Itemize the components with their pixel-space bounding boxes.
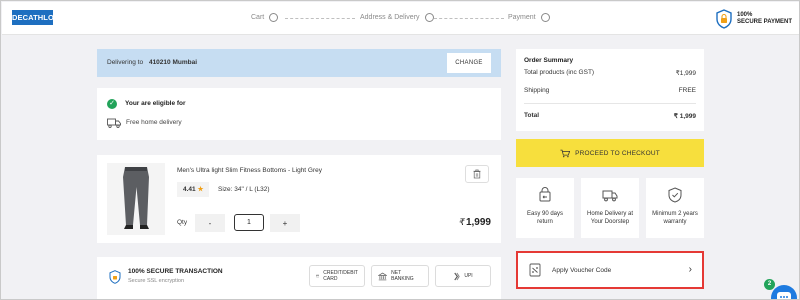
product-rating: 4.41 ★ — [177, 182, 209, 197]
delivery-location-bar: Delivering to 410210 Mumbai CHANGE — [97, 49, 501, 77]
payment-option-card[interactable]: CREDIT/DEBIT CARD — [309, 265, 365, 287]
star-icon: ★ — [197, 186, 204, 193]
qty-label: Qty — [177, 219, 188, 226]
bank-icon — [378, 272, 388, 280]
feature-home-delivery: Home Delivery at Your Doorstep — [581, 178, 639, 238]
check-circle-icon: ✓ — [107, 99, 117, 109]
change-location-button[interactable]: CHANGE — [447, 53, 491, 73]
step-connector — [434, 18, 504, 19]
payment-option-net-banking[interactable]: NET BANKING — [371, 265, 429, 287]
checkout-page: DECATHLON Cart Address & Delivery Paymen… — [0, 0, 800, 300]
secure-shield-icon — [716, 9, 732, 29]
step-payment-circle-icon — [540, 13, 550, 22]
chat-button[interactable] — [771, 285, 797, 299]
secure-shield-icon — [109, 270, 121, 284]
qty-input[interactable] — [234, 214, 264, 231]
warranty-shield-icon — [668, 187, 682, 203]
product-name[interactable]: Men's Ultra light Slim Fitness Bottoms -… — [177, 167, 322, 174]
secure-payment-text: 100% SECURE PAYMENT — [737, 12, 793, 25]
decathlon-logo[interactable]: DECATHLON — [12, 10, 59, 25]
product-image[interactable] — [107, 163, 165, 235]
cart-icon — [560, 149, 571, 157]
free-delivery-text: Free home delivery — [126, 119, 182, 126]
feature-easy-return: Easy 90 days return — [516, 178, 574, 238]
summary-row-total: Total ₹ 1,999 — [524, 112, 696, 120]
delivery-location: 410210 Mumbai — [148, 59, 198, 66]
remove-item-button[interactable] — [465, 165, 489, 183]
feature-warranty: Minimum 2 years warranty — [646, 178, 704, 238]
delivery-text: Delivering to 410210 Mumbai — [107, 59, 198, 66]
step-address-delivery: Address & Delivery — [360, 13, 434, 22]
eligibility-card: ✓ Your are eligible for Free home delive… — [97, 88, 501, 140]
summary-row-shipping: Shipping FREE — [524, 87, 696, 94]
step-cart: Cart — [251, 13, 279, 22]
trash-icon — [473, 169, 481, 178]
return-icon — [539, 187, 551, 202]
summary-row-products: Total products (inc GST) ₹1,999 — [524, 69, 696, 77]
product-price: ₹1,999 — [458, 217, 491, 228]
card-icon — [316, 274, 320, 278]
truck-icon — [107, 118, 121, 128]
delivery-truck-icon — [602, 190, 618, 202]
step-address-circle-icon — [424, 13, 434, 22]
order-summary-card: Order Summary Total products (inc GST) ₹… — [516, 49, 704, 131]
cart-item-card: Men's Ultra light Slim Fitness Bottoms -… — [97, 155, 501, 243]
step-payment: Payment — [508, 13, 550, 22]
apply-voucher-button[interactable]: Apply Voucher Code › — [516, 251, 704, 289]
voucher-icon — [529, 263, 541, 277]
eligibility-title: Your are eligible for — [125, 100, 186, 107]
chat-icon — [777, 292, 791, 299]
step-connector — [285, 18, 355, 19]
voucher-label: Apply Voucher Code — [552, 267, 612, 274]
payment-option-upi[interactable]: UPI — [435, 265, 491, 287]
step-address-label: Address & Delivery — [360, 14, 420, 21]
summary-divider — [524, 103, 696, 104]
secure-transaction-subtitle: Secure SSL encryption — [128, 278, 185, 284]
order-summary-title: Order Summary — [524, 57, 574, 64]
qty-increase-button[interactable]: + — [270, 214, 300, 232]
product-size: Size: 34" / L (L32) — [218, 186, 270, 193]
step-cart-label: Cart — [251, 14, 265, 21]
secure-transaction-card: 100% SECURE TRANSACTION Secure SSL encry… — [97, 257, 501, 299]
step-payment-label: Payment — [508, 14, 536, 21]
upi-icon — [454, 272, 461, 280]
step-cart-circle-icon — [269, 13, 279, 22]
secure-transaction-title: 100% SECURE TRANSACTION — [128, 268, 223, 275]
top-header: DECATHLON Cart Address & Delivery Paymen… — [2, 2, 799, 35]
chat-notification-badge: 2 — [764, 279, 775, 290]
chevron-right-icon: › — [688, 264, 692, 275]
proceed-to-checkout-button[interactable]: PROCEED TO CHECKOUT — [516, 139, 704, 167]
qty-decrease-button[interactable]: - — [195, 214, 225, 232]
